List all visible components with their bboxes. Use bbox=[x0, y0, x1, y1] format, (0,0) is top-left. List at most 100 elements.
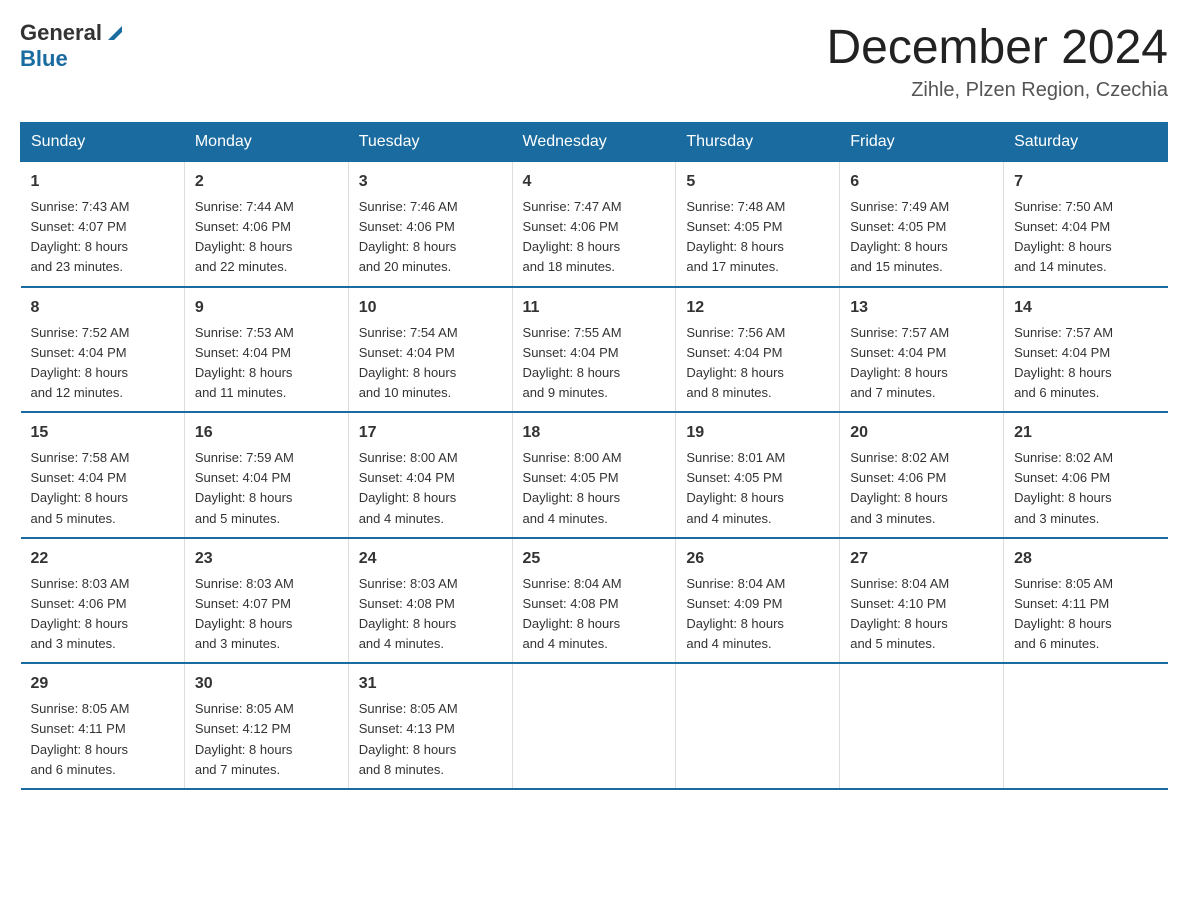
day-number: 1 bbox=[31, 170, 174, 194]
calendar-cell: 18 Sunrise: 8:00 AMSunset: 4:05 PMDaylig… bbox=[512, 412, 676, 538]
day-info: Sunrise: 8:05 AMSunset: 4:11 PMDaylight:… bbox=[31, 701, 130, 776]
day-info: Sunrise: 8:05 AMSunset: 4:11 PMDaylight:… bbox=[1014, 576, 1113, 651]
day-info: Sunrise: 7:52 AMSunset: 4:04 PMDaylight:… bbox=[31, 325, 130, 400]
calendar-subtitle: Zihle, Plzen Region, Czechia bbox=[826, 79, 1168, 102]
day-number: 17 bbox=[359, 421, 502, 445]
calendar-cell: 10 Sunrise: 7:54 AMSunset: 4:04 PMDaylig… bbox=[348, 287, 512, 413]
day-info: Sunrise: 8:04 AMSunset: 4:09 PMDaylight:… bbox=[686, 576, 785, 651]
calendar-cell: 17 Sunrise: 8:00 AMSunset: 4:04 PMDaylig… bbox=[348, 412, 512, 538]
day-info: Sunrise: 7:53 AMSunset: 4:04 PMDaylight:… bbox=[195, 325, 294, 400]
day-info: Sunrise: 7:59 AMSunset: 4:04 PMDaylight:… bbox=[195, 450, 294, 525]
calendar-cell: 9 Sunrise: 7:53 AMSunset: 4:04 PMDayligh… bbox=[184, 287, 348, 413]
day-info: Sunrise: 7:58 AMSunset: 4:04 PMDaylight:… bbox=[31, 450, 130, 525]
logo-arrow-icon bbox=[104, 22, 126, 44]
day-info: Sunrise: 8:00 AMSunset: 4:04 PMDaylight:… bbox=[359, 450, 458, 525]
calendar-cell bbox=[512, 663, 676, 789]
day-number: 12 bbox=[686, 296, 829, 320]
day-number: 30 bbox=[195, 672, 338, 696]
calendar-table: SundayMondayTuesdayWednesdayThursdayFrid… bbox=[20, 122, 1168, 790]
day-number: 22 bbox=[31, 547, 174, 571]
day-info: Sunrise: 7:43 AMSunset: 4:07 PMDaylight:… bbox=[31, 199, 130, 274]
calendar-cell: 27 Sunrise: 8:04 AMSunset: 4:10 PMDaylig… bbox=[840, 538, 1004, 664]
day-number: 8 bbox=[31, 296, 174, 320]
day-info: Sunrise: 8:03 AMSunset: 4:07 PMDaylight:… bbox=[195, 576, 294, 651]
day-number: 24 bbox=[359, 547, 502, 571]
day-number: 14 bbox=[1014, 296, 1157, 320]
day-number: 4 bbox=[523, 170, 666, 194]
calendar-cell bbox=[676, 663, 840, 789]
calendar-cell: 30 Sunrise: 8:05 AMSunset: 4:12 PMDaylig… bbox=[184, 663, 348, 789]
day-info: Sunrise: 8:05 AMSunset: 4:13 PMDaylight:… bbox=[359, 701, 458, 776]
day-number: 5 bbox=[686, 170, 829, 194]
calendar-cell: 20 Sunrise: 8:02 AMSunset: 4:06 PMDaylig… bbox=[840, 412, 1004, 538]
day-info: Sunrise: 8:03 AMSunset: 4:08 PMDaylight:… bbox=[359, 576, 458, 651]
calendar-cell: 21 Sunrise: 8:02 AMSunset: 4:06 PMDaylig… bbox=[1004, 412, 1168, 538]
calendar-cell: 13 Sunrise: 7:57 AMSunset: 4:04 PMDaylig… bbox=[840, 287, 1004, 413]
day-number: 2 bbox=[195, 170, 338, 194]
day-info: Sunrise: 8:02 AMSunset: 4:06 PMDaylight:… bbox=[850, 450, 949, 525]
calendar-cell: 15 Sunrise: 7:58 AMSunset: 4:04 PMDaylig… bbox=[21, 412, 185, 538]
day-info: Sunrise: 7:54 AMSunset: 4:04 PMDaylight:… bbox=[359, 325, 458, 400]
calendar-cell: 12 Sunrise: 7:56 AMSunset: 4:04 PMDaylig… bbox=[676, 287, 840, 413]
day-number: 28 bbox=[1014, 547, 1157, 571]
calendar-cell: 11 Sunrise: 7:55 AMSunset: 4:04 PMDaylig… bbox=[512, 287, 676, 413]
page-header: General Blue December 2024 Zihle, Plzen … bbox=[20, 20, 1168, 102]
header-sunday: Sunday bbox=[21, 123, 185, 162]
calendar-week-row: 22 Sunrise: 8:03 AMSunset: 4:06 PMDaylig… bbox=[21, 538, 1168, 664]
day-number: 10 bbox=[359, 296, 502, 320]
calendar-cell: 6 Sunrise: 7:49 AMSunset: 4:05 PMDayligh… bbox=[840, 162, 1004, 287]
day-info: Sunrise: 8:02 AMSunset: 4:06 PMDaylight:… bbox=[1014, 450, 1113, 525]
logo: General Blue bbox=[20, 20, 126, 72]
calendar-cell: 31 Sunrise: 8:05 AMSunset: 4:13 PMDaylig… bbox=[348, 663, 512, 789]
calendar-cell: 29 Sunrise: 8:05 AMSunset: 4:11 PMDaylig… bbox=[21, 663, 185, 789]
calendar-week-row: 8 Sunrise: 7:52 AMSunset: 4:04 PMDayligh… bbox=[21, 287, 1168, 413]
calendar-cell: 24 Sunrise: 8:03 AMSunset: 4:08 PMDaylig… bbox=[348, 538, 512, 664]
day-info: Sunrise: 8:00 AMSunset: 4:05 PMDaylight:… bbox=[523, 450, 622, 525]
day-number: 3 bbox=[359, 170, 502, 194]
calendar-cell: 8 Sunrise: 7:52 AMSunset: 4:04 PMDayligh… bbox=[21, 287, 185, 413]
day-info: Sunrise: 7:49 AMSunset: 4:05 PMDaylight:… bbox=[850, 199, 949, 274]
header-wednesday: Wednesday bbox=[512, 123, 676, 162]
day-info: Sunrise: 7:44 AMSunset: 4:06 PMDaylight:… bbox=[195, 199, 294, 274]
calendar-cell bbox=[1004, 663, 1168, 789]
day-info: Sunrise: 8:03 AMSunset: 4:06 PMDaylight:… bbox=[31, 576, 130, 651]
day-info: Sunrise: 7:46 AMSunset: 4:06 PMDaylight:… bbox=[359, 199, 458, 274]
day-number: 21 bbox=[1014, 421, 1157, 445]
day-number: 27 bbox=[850, 547, 993, 571]
calendar-cell: 26 Sunrise: 8:04 AMSunset: 4:09 PMDaylig… bbox=[676, 538, 840, 664]
calendar-title: December 2024 bbox=[826, 20, 1168, 75]
day-number: 31 bbox=[359, 672, 502, 696]
logo-general-text: General bbox=[20, 20, 102, 46]
day-info: Sunrise: 7:56 AMSunset: 4:04 PMDaylight:… bbox=[686, 325, 785, 400]
day-number: 29 bbox=[31, 672, 174, 696]
calendar-cell: 23 Sunrise: 8:03 AMSunset: 4:07 PMDaylig… bbox=[184, 538, 348, 664]
day-info: Sunrise: 8:01 AMSunset: 4:05 PMDaylight:… bbox=[686, 450, 785, 525]
calendar-cell: 16 Sunrise: 7:59 AMSunset: 4:04 PMDaylig… bbox=[184, 412, 348, 538]
day-info: Sunrise: 7:57 AMSunset: 4:04 PMDaylight:… bbox=[1014, 325, 1113, 400]
day-info: Sunrise: 8:04 AMSunset: 4:10 PMDaylight:… bbox=[850, 576, 949, 651]
calendar-cell: 5 Sunrise: 7:48 AMSunset: 4:05 PMDayligh… bbox=[676, 162, 840, 287]
calendar-cell: 14 Sunrise: 7:57 AMSunset: 4:04 PMDaylig… bbox=[1004, 287, 1168, 413]
day-number: 19 bbox=[686, 421, 829, 445]
calendar-cell: 22 Sunrise: 8:03 AMSunset: 4:06 PMDaylig… bbox=[21, 538, 185, 664]
day-number: 7 bbox=[1014, 170, 1157, 194]
calendar-cell bbox=[840, 663, 1004, 789]
title-area: December 2024 Zihle, Plzen Region, Czech… bbox=[826, 20, 1168, 102]
calendar-cell: 3 Sunrise: 7:46 AMSunset: 4:06 PMDayligh… bbox=[348, 162, 512, 287]
day-info: Sunrise: 7:50 AMSunset: 4:04 PMDaylight:… bbox=[1014, 199, 1113, 274]
day-number: 15 bbox=[31, 421, 174, 445]
calendar-week-row: 29 Sunrise: 8:05 AMSunset: 4:11 PMDaylig… bbox=[21, 663, 1168, 789]
day-info: Sunrise: 7:57 AMSunset: 4:04 PMDaylight:… bbox=[850, 325, 949, 400]
logo-blue-text: Blue bbox=[20, 46, 126, 72]
day-info: Sunrise: 8:04 AMSunset: 4:08 PMDaylight:… bbox=[523, 576, 622, 651]
header-friday: Friday bbox=[840, 123, 1004, 162]
day-info: Sunrise: 8:05 AMSunset: 4:12 PMDaylight:… bbox=[195, 701, 294, 776]
day-number: 13 bbox=[850, 296, 993, 320]
header-tuesday: Tuesday bbox=[348, 123, 512, 162]
day-number: 9 bbox=[195, 296, 338, 320]
day-number: 6 bbox=[850, 170, 993, 194]
day-number: 11 bbox=[523, 296, 666, 320]
calendar-cell: 7 Sunrise: 7:50 AMSunset: 4:04 PMDayligh… bbox=[1004, 162, 1168, 287]
calendar-cell: 1 Sunrise: 7:43 AMSunset: 4:07 PMDayligh… bbox=[21, 162, 185, 287]
header-saturday: Saturday bbox=[1004, 123, 1168, 162]
